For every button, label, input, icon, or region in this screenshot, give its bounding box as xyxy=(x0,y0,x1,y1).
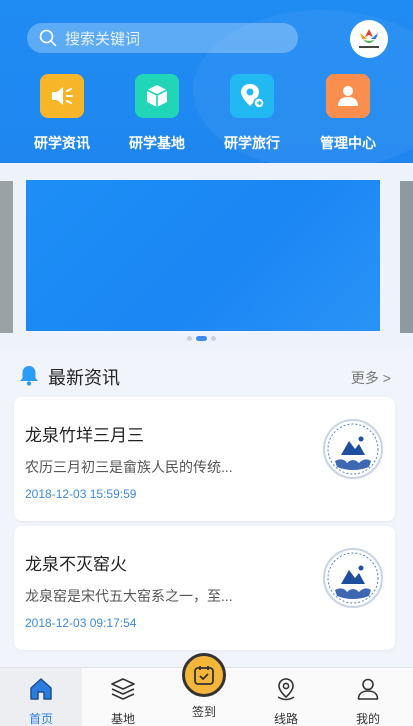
news-card-desc: 龙泉窑是宋代五大窑系之一，至... xyxy=(25,588,233,604)
carousel-dot xyxy=(187,336,192,341)
news-thumbnail xyxy=(323,548,383,608)
calendar-check-icon xyxy=(194,666,214,685)
more-link[interactable]: 更多 > xyxy=(351,368,391,388)
quick-link-label: 管理中心 xyxy=(320,135,376,151)
banner-slide[interactable] xyxy=(26,180,380,331)
quick-link-label: 研学旅行 xyxy=(224,135,280,151)
tab-routes[interactable]: 线路 xyxy=(245,668,327,726)
person-icon xyxy=(357,678,379,700)
quick-link-label: 研学基地 xyxy=(129,135,185,151)
banner-carousel[interactable] xyxy=(0,163,413,348)
tab-profile[interactable]: 我的 xyxy=(327,668,409,726)
logo[interactable] xyxy=(350,20,388,58)
logo-icon xyxy=(359,29,379,48)
carousel-dot xyxy=(211,336,216,341)
cube-icon xyxy=(135,74,179,118)
news-card-desc: 农历三月初三是畲族人民的传统... xyxy=(25,459,233,475)
news-card-time: 2018-12-03 09:17:54 xyxy=(25,616,137,630)
tab-label: 首页 xyxy=(28,712,53,726)
tab-label: 基地 xyxy=(110,712,135,726)
banner-prev-peek xyxy=(0,181,13,333)
news-card[interactable]: 龙泉竹垟三月三 农历三月初三是畲族人民的传统... 2018-12-03 15:… xyxy=(14,397,395,521)
quick-link-news[interactable]: 研学资讯 xyxy=(14,74,110,153)
banner-next-peek xyxy=(400,181,413,333)
tab-home[interactable]: 首页 xyxy=(0,668,82,726)
quick-link-bases[interactable]: 研学基地 xyxy=(109,74,205,153)
quick-link-label: 研学资讯 xyxy=(34,135,90,151)
quick-link-travel[interactable]: 研学旅行 xyxy=(204,74,300,153)
news-card-title: 龙泉竹垟三月三 xyxy=(25,426,144,445)
news-thumbnail xyxy=(323,419,383,479)
tab-label: 我的 xyxy=(355,712,380,726)
map-pin-icon xyxy=(230,74,274,118)
quick-link-admin[interactable]: 管理中心 xyxy=(300,74,396,153)
news-card-title: 龙泉不灭窑火 xyxy=(25,555,127,574)
location-icon xyxy=(277,678,295,701)
search-icon xyxy=(39,29,57,47)
layers-icon xyxy=(111,678,135,700)
tab-label: 线路 xyxy=(273,712,298,726)
header: 搜索关键词 研学资讯 研学基地 研学旅行 管理中心 xyxy=(0,0,413,163)
tab-bases[interactable]: 基地 xyxy=(82,668,164,726)
search-bar[interactable]: 搜索关键词 xyxy=(27,23,298,53)
home-icon xyxy=(30,678,52,700)
news-card[interactable]: 龙泉不灭窑火 龙泉窑是宋代五大窑系之一，至... 2018-12-03 09:1… xyxy=(14,526,395,650)
news-section-title: 最新资讯 xyxy=(48,368,120,388)
carousel-dot-active xyxy=(196,336,207,341)
megaphone-icon xyxy=(40,74,84,118)
checkin-label: 签到 xyxy=(191,705,216,719)
search-placeholder: 搜索关键词 xyxy=(65,30,141,48)
user-icon xyxy=(326,74,370,118)
carousel-indicator xyxy=(187,336,216,341)
bell-icon xyxy=(20,366,38,386)
news-section-header: 最新资讯 更多 > xyxy=(0,360,413,394)
news-card-time: 2018-12-03 15:59:59 xyxy=(25,487,137,501)
checkin-button[interactable] xyxy=(182,653,226,697)
